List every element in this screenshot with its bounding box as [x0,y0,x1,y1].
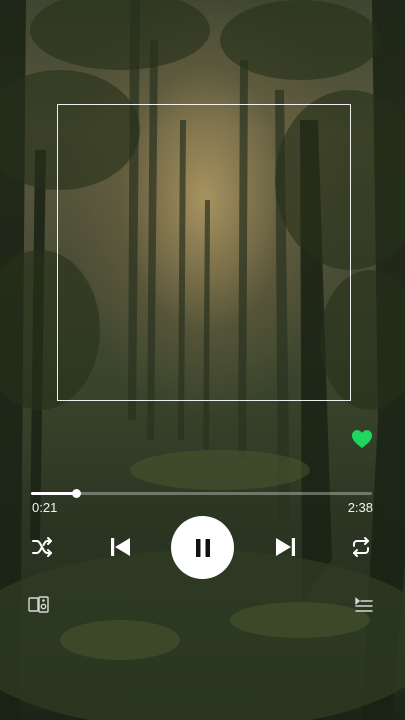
progress-bar[interactable] [31,489,372,498]
heart-icon [352,430,372,449]
elapsed-time: 0:21 [32,500,58,515]
album-art-frame [57,104,351,401]
like-button[interactable] [351,429,373,449]
devices-icon [28,596,49,613]
next-button[interactable] [274,535,298,559]
shuffle-button[interactable] [30,535,54,559]
play-pause-button[interactable] [171,516,234,579]
repeat-button[interactable] [349,535,373,559]
pause-icon [195,538,210,557]
queue-button[interactable] [355,597,373,615]
queue-icon [355,597,373,612]
previous-button[interactable] [108,535,132,559]
skip-previous-icon [111,538,130,556]
repeat-icon [353,537,369,557]
skip-next-icon [276,538,295,556]
total-duration: 2:38 [347,500,373,515]
connect-device-button[interactable] [28,595,50,615]
progress-fill [31,492,77,495]
shuffle-icon [32,537,52,557]
